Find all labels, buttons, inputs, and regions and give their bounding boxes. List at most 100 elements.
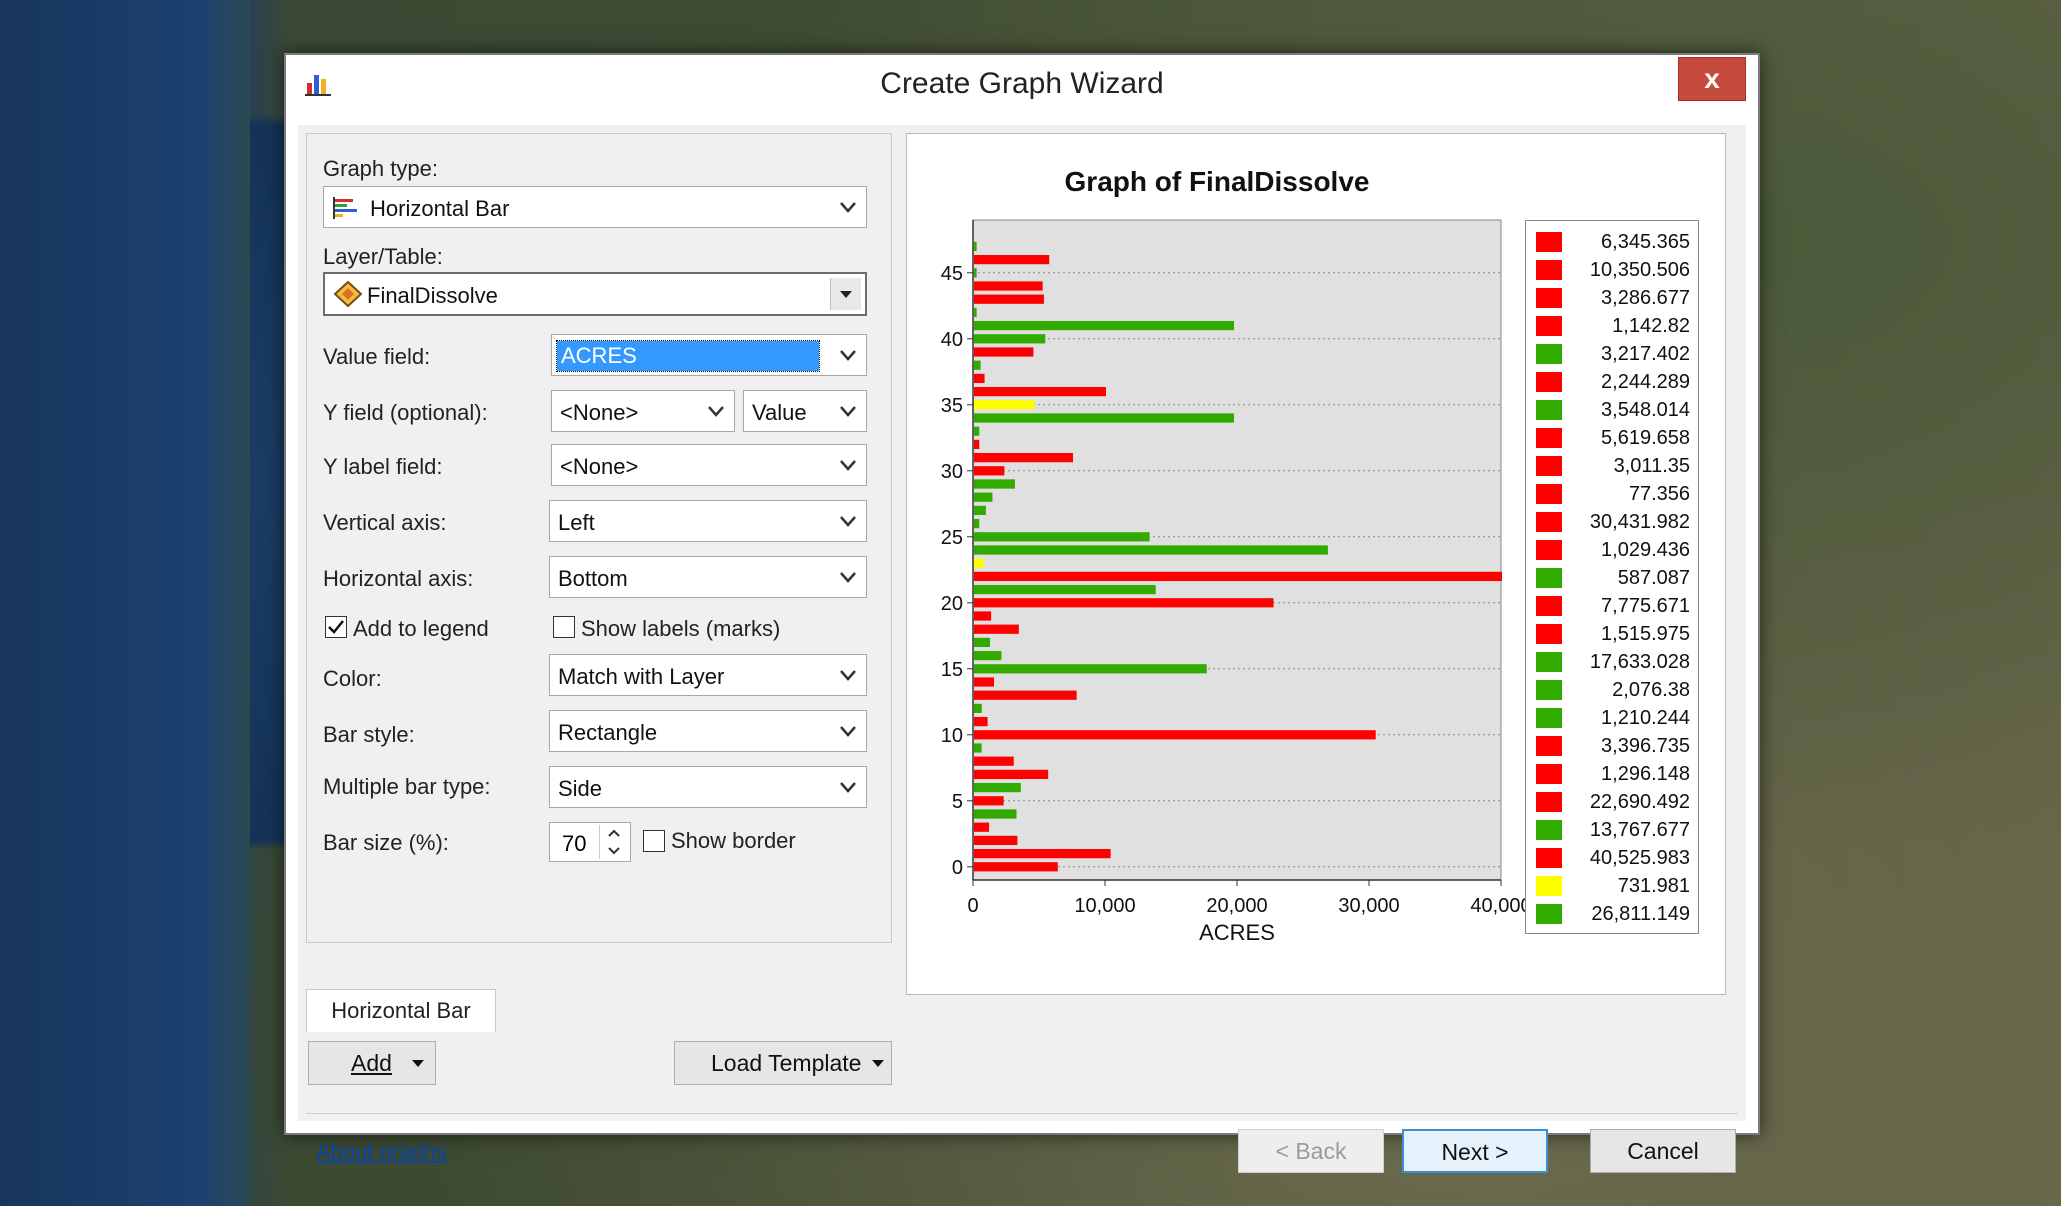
- legend-label: 6,345.365: [1601, 231, 1690, 253]
- legend-item: 30,431.982: [1526, 509, 1698, 537]
- legend-swatch: [1536, 288, 1562, 308]
- legend-swatch: [1536, 540, 1562, 560]
- bar: [974, 848, 1111, 859]
- layer-table-select[interactable]: FinalDissolve: [323, 272, 867, 316]
- legend-swatch: [1536, 344, 1562, 364]
- tab-horizontal-bar[interactable]: Horizontal Bar: [306, 989, 496, 1032]
- bar: [974, 466, 1005, 476]
- horizontal-axis-select[interactable]: Bottom: [549, 556, 867, 598]
- title-bar[interactable]: Create Graph Wizard x: [286, 55, 1758, 115]
- bar: [974, 690, 1077, 700]
- x-tick-label: 0: [967, 895, 978, 917]
- y-field-value: <None>: [560, 400, 639, 425]
- stepper-up-icon[interactable]: [599, 825, 628, 842]
- horizontal-axis-label: Horizontal axis:: [323, 566, 474, 591]
- bar-style-select[interactable]: Rectangle: [549, 710, 867, 752]
- y-field-mode-value: Value: [752, 400, 807, 425]
- bar: [974, 439, 980, 450]
- y-field-label: Y field (optional):: [323, 400, 488, 425]
- back-button[interactable]: < Back: [1238, 1129, 1384, 1173]
- bar: [974, 558, 984, 568]
- multiple-bar-type-value: Side: [558, 776, 603, 801]
- bar: [974, 769, 1049, 780]
- legend-label: 1,142.82: [1612, 315, 1690, 337]
- graph-preview-panel: Graph of FinalDissolve 0 5 10 15 20 25 30 35 40 4…: [906, 133, 1726, 995]
- bar: [974, 400, 1035, 410]
- legend-swatch: [1536, 820, 1562, 840]
- bar-size-stepper[interactable]: 70: [549, 822, 631, 862]
- bar: [974, 730, 1376, 740]
- bar: [974, 611, 992, 621]
- bar-chart: 0 5 10 15 20 25 30 35 40 45 0 10,000 20,000 30,000 40,…: [941, 219, 1527, 945]
- close-button[interactable]: x: [1678, 57, 1746, 101]
- layer-table-label: Layer/Table:: [323, 244, 443, 269]
- show-labels-checkbox[interactable]: [553, 616, 575, 638]
- legend-label: 3,396.735: [1601, 735, 1690, 757]
- bar: [974, 624, 1019, 634]
- legend-item: 5,619.658: [1526, 425, 1698, 453]
- bar: [974, 571, 1502, 582]
- dropdown-arrow-icon: [830, 278, 861, 310]
- y-tick-label: 10: [941, 725, 963, 747]
- y-tick-label: 30: [941, 461, 963, 483]
- chevron-down-icon: [836, 195, 860, 219]
- next-button[interactable]: Next >: [1402, 1129, 1548, 1173]
- y-tick-label: 35: [941, 395, 963, 417]
- bar-size-value: 70: [562, 831, 587, 856]
- chevron-down-icon: [836, 453, 860, 477]
- about-graphs-link[interactable]: About graphs: [316, 1139, 447, 1165]
- legend-item: 17,633.028: [1526, 649, 1698, 677]
- legend-swatch: [1536, 596, 1562, 616]
- cancel-button[interactable]: Cancel: [1590, 1129, 1736, 1173]
- legend-swatch: [1536, 568, 1562, 588]
- bar: [974, 518, 980, 529]
- bar: [974, 307, 977, 318]
- legend-swatch: [1536, 372, 1562, 392]
- add-to-legend-checkbox[interactable]: [325, 616, 347, 638]
- legend-label: 2,076.38: [1612, 679, 1690, 701]
- chevron-down-icon: [836, 663, 860, 687]
- chevron-down-icon: [836, 565, 860, 589]
- legend-item: 3,396.735: [1526, 733, 1698, 761]
- create-graph-wizard-dialog: Create Graph Wizard x Graph type: Horizo…: [284, 53, 1760, 1173]
- bar: [974, 664, 1207, 674]
- legend-item: 3,548.014: [1526, 397, 1698, 425]
- bar: [974, 254, 1050, 265]
- legend-swatch: [1536, 792, 1562, 812]
- add-button[interactable]: Add: [308, 1041, 436, 1085]
- bar: [974, 426, 980, 436]
- graph-type-select[interactable]: Horizontal Bar: [323, 186, 867, 228]
- vertical-axis-select[interactable]: Left: [549, 500, 867, 542]
- show-border-checkbox[interactable]: [643, 830, 665, 852]
- y-field-select[interactable]: <None>: [551, 390, 735, 432]
- legend-item: 587.087: [1526, 565, 1698, 593]
- y-tick-label: 20: [941, 593, 963, 615]
- load-template-button[interactable]: Load Template: [674, 1041, 892, 1085]
- bar: [974, 584, 1156, 595]
- legend-item: 3,286.677: [1526, 285, 1698, 313]
- bar: [974, 862, 1058, 872]
- legend-item: 40,525.983: [1526, 845, 1698, 873]
- legend-swatch: [1536, 484, 1562, 504]
- legend-item: 1,515.975: [1526, 621, 1698, 649]
- y-tick-label: 45: [941, 263, 963, 285]
- y-label-field-select[interactable]: <None>: [551, 444, 867, 486]
- chevron-down-icon: [836, 719, 860, 743]
- value-field-select[interactable]: ACRES: [551, 334, 867, 376]
- multiple-bar-type-select[interactable]: Side: [549, 766, 867, 808]
- color-select[interactable]: Match with Layer: [549, 654, 867, 696]
- add-to-legend-label: Add to legend: [353, 616, 489, 641]
- y-field-mode-select[interactable]: Value: [743, 390, 867, 432]
- legend-item: 6,345.365: [1526, 229, 1698, 257]
- legend-label: 40,525.983: [1589, 847, 1690, 869]
- bar: [974, 505, 986, 516]
- chevron-down-icon: [836, 509, 860, 533]
- show-labels-label: Show labels (marks): [581, 616, 781, 641]
- bar: [974, 373, 985, 384]
- bar: [974, 268, 977, 278]
- legend-swatch: [1536, 764, 1562, 784]
- layer-table-value: FinalDissolve: [367, 283, 498, 308]
- stepper-down-icon[interactable]: [599, 842, 628, 859]
- legend-item: 1,296.148: [1526, 761, 1698, 789]
- legend-swatch: [1536, 680, 1562, 700]
